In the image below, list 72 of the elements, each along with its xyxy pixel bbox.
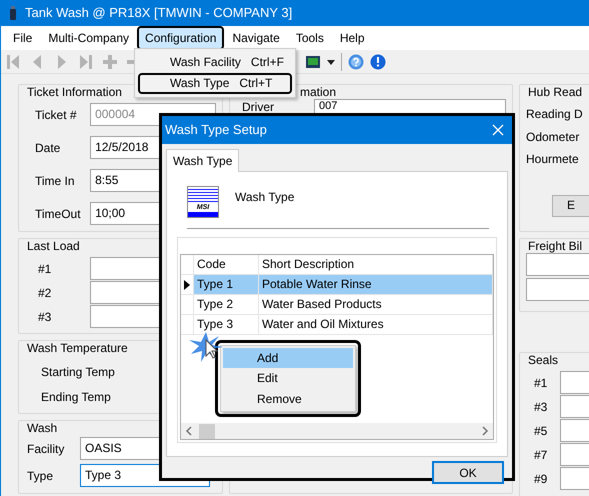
- close-icon[interactable]: [492, 124, 504, 136]
- table-cell[interactable]: Water and Oil Mixtures: [259, 315, 493, 334]
- text-field[interactable]: [560, 419, 589, 442]
- ok-button[interactable]: OK: [432, 461, 504, 484]
- group-title: Wash: [25, 421, 60, 436]
- field-label: #2: [38, 286, 52, 300]
- monitor-icon[interactable]: [305, 54, 321, 70]
- group-title: mation: [298, 85, 338, 100]
- field-label: Date: [35, 140, 62, 156]
- menu-item[interactable]: Wash Facility Ctrl+F: [138, 52, 292, 72]
- text-field[interactable]: [560, 395, 589, 418]
- field-label: Ticket #: [35, 108, 78, 122]
- group-title: Ticket Information: [25, 85, 124, 100]
- menu-item[interactable]: Add: [223, 348, 353, 368]
- group-title: Last Load: [25, 239, 82, 254]
- field-label: Type: [27, 468, 54, 484]
- alert-icon[interactable]: [370, 54, 386, 70]
- field-label: Time In: [35, 174, 76, 188]
- table-cell[interactable]: Potable Water Rinse: [259, 275, 493, 294]
- group-title: Freight Bil: [526, 239, 584, 254]
- click-cursor-icon: [189, 332, 223, 362]
- field-label: #5: [534, 424, 548, 438]
- field-label: TimeOut: [35, 206, 82, 222]
- field-label: #7: [534, 448, 548, 462]
- field-label: Ending Temp: [41, 390, 112, 404]
- field-label: #9: [534, 472, 548, 486]
- field-label: Facility: [27, 442, 66, 456]
- field-label: #1: [38, 262, 52, 276]
- shortcut-label: Ctrl+T: [239, 76, 272, 91]
- scroll-right-icon[interactable]: [481, 426, 489, 436]
- help-icon[interactable]: [348, 54, 364, 70]
- table-cell[interactable]: Water Based Products: [259, 295, 493, 314]
- menu-item[interactable]: Wash Type Ctrl+T: [138, 73, 292, 94]
- table-cell[interactable]: Type 2: [194, 295, 259, 314]
- group-title: Wash Temperature: [25, 341, 130, 356]
- bottle-icon: [9, 6, 17, 20]
- field-label: Driver: [242, 100, 275, 114]
- column-header[interactable]: Short Description: [259, 255, 493, 274]
- field-label: #1: [534, 376, 548, 390]
- menu-item[interactable]: Edit: [223, 368, 353, 389]
- field-label: #3: [38, 310, 52, 324]
- field-label: #3: [534, 400, 548, 414]
- scroll-thumb[interactable]: [199, 424, 215, 439]
- menu-item[interactable]: File: [5, 26, 40, 50]
- text-field[interactable]: [526, 278, 589, 302]
- menu-item[interactable]: Multi-Company: [40, 26, 138, 50]
- field-label: Odometer: [526, 130, 580, 144]
- dropdown-field[interactable]: 007: [314, 99, 506, 114]
- menu-label: Wash Type: [170, 76, 230, 91]
- table-cell[interactable]: Type 1: [194, 275, 259, 294]
- text-field[interactable]: [560, 467, 589, 490]
- shortcut-label: Ctrl+F: [250, 55, 284, 70]
- field-label: Reading D: [526, 107, 584, 122]
- text-field[interactable]: [526, 253, 589, 276]
- text-field[interactable]: [560, 371, 589, 394]
- text-field[interactable]: [560, 443, 589, 466]
- menu-item[interactable]: Navigate: [224, 26, 288, 50]
- group-title: Seals: [526, 353, 560, 368]
- scroll-left-icon[interactable]: [185, 426, 193, 436]
- menu-item[interactable]: Help: [332, 26, 373, 50]
- action-button[interactable]: E: [552, 194, 589, 217]
- field-label: Starting Temp: [41, 365, 116, 380]
- column-header[interactable]: Code: [194, 255, 259, 274]
- group-title: Hub Read: [526, 85, 584, 100]
- menu-item[interactable]: Tools: [288, 26, 332, 50]
- menu-item[interactable]: Remove: [223, 388, 353, 410]
- section-heading: Wash Type: [235, 190, 294, 206]
- window-title: Tank Wash @ PR18X [TMWIN - COMPANY 3]: [25, 5, 292, 21]
- menu-label: Wash Facility: [170, 55, 241, 70]
- field-label: Hourmete: [526, 152, 580, 167]
- current-row-icon: [184, 280, 190, 290]
- tab[interactable]: Wash Type: [166, 149, 240, 172]
